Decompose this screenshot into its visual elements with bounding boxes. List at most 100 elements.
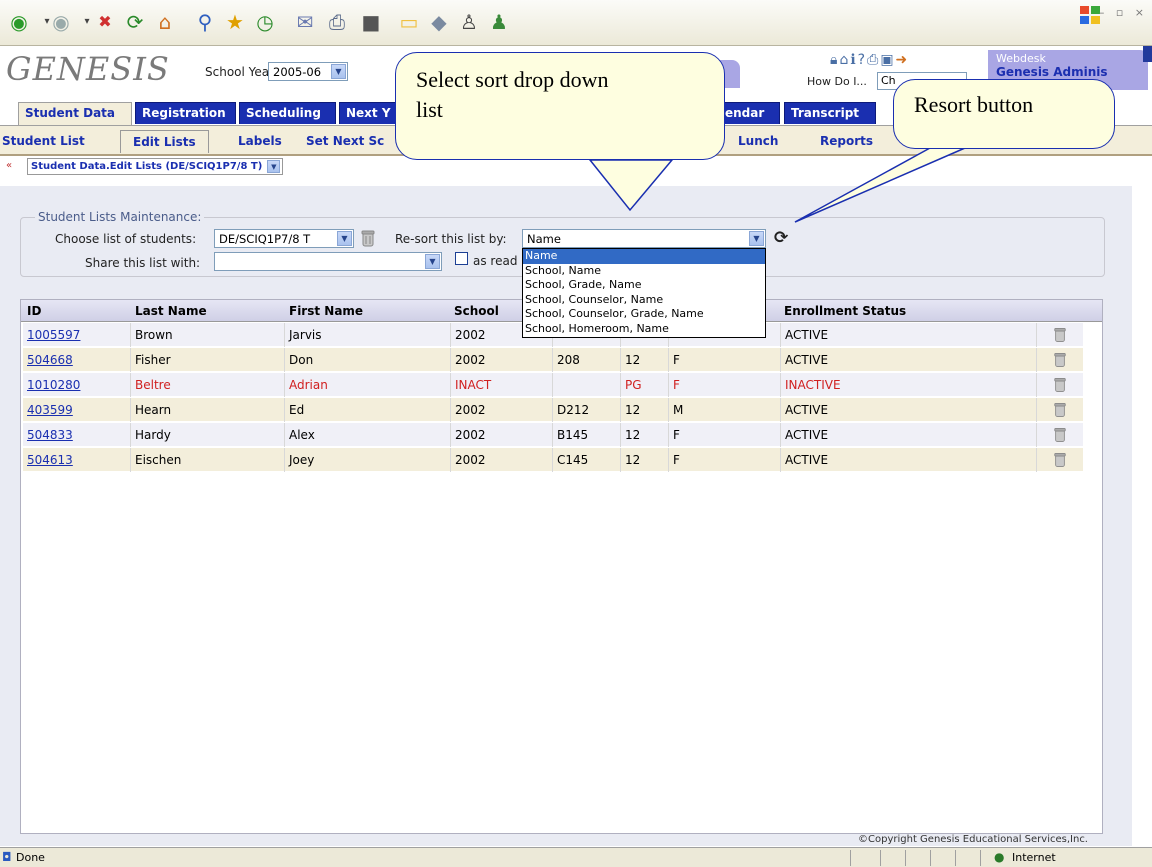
tab-transcript[interactable]: Transcript bbox=[784, 102, 876, 124]
column-header-id[interactable]: ID bbox=[27, 304, 41, 318]
column-header-last-name[interactable]: Last Name bbox=[135, 304, 207, 318]
sort-option[interactable]: School, Homeroom, Name bbox=[523, 322, 765, 337]
cell-status: ACTIVE bbox=[781, 348, 1037, 372]
contacts-icon[interactable]: ♙ bbox=[456, 9, 482, 35]
forward-icon[interactable]: ◉ bbox=[48, 9, 74, 35]
resort-select[interactable]: Name ▼ bbox=[522, 229, 766, 248]
home-icon[interactable]: ⌂ bbox=[839, 52, 850, 68]
breadcrumb-bar: « Student Data.Edit Lists (DE/SCIQ1P7/8 … bbox=[0, 157, 1152, 177]
delete-row-icon[interactable] bbox=[1053, 426, 1067, 443]
folder-icon[interactable]: ▭ bbox=[396, 9, 422, 35]
cell-gender: F bbox=[669, 448, 781, 472]
column-header-first-name[interactable]: First Name bbox=[289, 304, 363, 318]
window-controls[interactable]: – ▫ × bbox=[1099, 6, 1148, 19]
cell-id[interactable]: 504613 bbox=[23, 448, 131, 472]
breadcrumb-select[interactable]: Student Data.Edit Lists (DE/SCIQ1P7/8 T)… bbox=[27, 158, 284, 175]
print-icon[interactable]: ⎙ bbox=[324, 9, 350, 35]
sort-option[interactable]: Name bbox=[523, 249, 765, 264]
delete-row-icon[interactable] bbox=[1053, 451, 1067, 468]
delete-list-icon[interactable] bbox=[360, 229, 376, 247]
home-icon[interactable]: ⌂ bbox=[152, 9, 178, 35]
how-do-i-label: How Do I... bbox=[807, 75, 867, 88]
student-id-link[interactable]: 1010280 bbox=[27, 378, 80, 392]
school-year-label: School Year: bbox=[205, 65, 278, 79]
chevron-down-icon: ▼ bbox=[425, 254, 440, 269]
sort-option[interactable]: School, Counselor, Name bbox=[523, 293, 765, 308]
status-bar: ◘ Done ● Internet bbox=[0, 847, 1152, 867]
subtab-edit-lists[interactable]: Edit Lists bbox=[120, 130, 209, 153]
cell-last: Eischen bbox=[131, 448, 285, 472]
cell-status: ACTIVE bbox=[781, 423, 1037, 447]
status-divider bbox=[880, 850, 881, 866]
cell-status: ACTIVE bbox=[781, 448, 1037, 472]
chevron-down-icon: ▼ bbox=[337, 231, 352, 246]
cell-first: Alex bbox=[285, 423, 451, 447]
column-header-school[interactable]: School bbox=[454, 304, 499, 318]
chevron-down-icon: ▼ bbox=[331, 64, 346, 79]
student-id-link[interactable]: 504613 bbox=[27, 453, 73, 467]
users-icon[interactable]: ♟ bbox=[486, 9, 512, 35]
subtab-set-next-school[interactable]: Set Next Sc bbox=[306, 134, 384, 148]
cell-last: Hardy bbox=[131, 423, 285, 447]
share-list-select[interactable]: ▼ bbox=[214, 252, 442, 271]
refresh-icon[interactable]: ⟳ bbox=[122, 9, 148, 35]
cell-school: INACT bbox=[451, 373, 553, 397]
question-icon[interactable]: ? bbox=[858, 52, 867, 68]
sort-option[interactable]: School, Grade, Name bbox=[523, 278, 765, 293]
cell-id[interactable]: 1005597 bbox=[23, 323, 131, 347]
choose-list-select[interactable]: DE/SCIQ1P7/8 T ▼ bbox=[214, 229, 354, 248]
tab-calendar[interactable]: endar bbox=[718, 102, 780, 124]
delete-row-icon[interactable] bbox=[1053, 376, 1067, 393]
tab-scheduling[interactable]: Scheduling bbox=[239, 102, 336, 124]
delete-row-icon[interactable] bbox=[1053, 401, 1067, 418]
history-icon[interactable]: ◷ bbox=[252, 9, 278, 35]
student-id-link[interactable]: 403599 bbox=[27, 403, 73, 417]
table-row: 504668 Fisher Don 2002 208 12 F ACTIVE bbox=[23, 348, 1083, 372]
cell-last: Brown bbox=[131, 323, 285, 347]
cell-id[interactable]: 1010280 bbox=[23, 373, 131, 397]
delete-row-icon[interactable] bbox=[1053, 351, 1067, 368]
cell-gender: F bbox=[669, 373, 781, 397]
collapse-icon[interactable]: « bbox=[6, 160, 12, 171]
sort-option[interactable]: School, Name bbox=[523, 264, 765, 279]
tab-registration[interactable]: Registration bbox=[135, 102, 236, 124]
edit-icon[interactable]: ■ bbox=[358, 9, 384, 35]
subtab-labels[interactable]: Labels bbox=[238, 134, 282, 148]
messenger-icon[interactable]: ◆ bbox=[426, 9, 452, 35]
cell-id[interactable]: 403599 bbox=[23, 398, 131, 422]
cell-room: C145 bbox=[553, 448, 621, 472]
help-icon[interactable]: ℹ bbox=[850, 52, 857, 68]
webdesk-label: Webdesk bbox=[996, 52, 1046, 65]
logout-icon[interactable]: ➜ bbox=[896, 52, 910, 68]
cell-id[interactable]: 504668 bbox=[23, 348, 131, 372]
search-icon[interactable]: ⚲ bbox=[192, 9, 218, 35]
student-id-link[interactable]: 504833 bbox=[27, 428, 73, 442]
cell-last: Beltre bbox=[131, 373, 285, 397]
cell-gender: M bbox=[669, 398, 781, 422]
sort-dropdown-list: Name School, Name School, Grade, Name Sc… bbox=[522, 248, 766, 338]
print-icon[interactable]: ⎙ bbox=[867, 52, 880, 68]
monitor-icon[interactable]: ▣ bbox=[880, 52, 895, 68]
read-only-checkbox[interactable] bbox=[455, 252, 468, 265]
subtab-lunch[interactable]: Lunch bbox=[738, 134, 778, 148]
cell-gender: F bbox=[669, 423, 781, 447]
delete-row-icon[interactable] bbox=[1053, 326, 1067, 343]
sort-option[interactable]: School, Counselor, Grade, Name bbox=[523, 307, 765, 322]
school-year-select[interactable]: 2005-06 ▼ bbox=[268, 62, 348, 81]
student-id-link[interactable]: 1005597 bbox=[27, 328, 80, 342]
subtab-student-list[interactable]: Student List bbox=[2, 134, 85, 148]
page-scrollbar[interactable] bbox=[1141, 186, 1152, 846]
tab-student-data[interactable]: Student Data bbox=[18, 102, 132, 126]
favorites-icon[interactable]: ★ bbox=[222, 9, 248, 35]
cell-school: 2002 bbox=[451, 448, 553, 472]
read-only-label: as read bbox=[473, 254, 518, 268]
back-icon[interactable]: ◉ bbox=[6, 9, 32, 35]
student-id-link[interactable]: 504668 bbox=[27, 353, 73, 367]
subtab-reports[interactable]: Reports bbox=[820, 134, 873, 148]
tab-next-year[interactable]: Next Y bbox=[339, 102, 399, 124]
resort-button-icon[interactable]: ⟳ bbox=[774, 228, 788, 248]
column-header-enrollment-status[interactable]: Enrollment Status bbox=[784, 304, 906, 318]
mail-icon[interactable]: ✉ bbox=[292, 9, 318, 35]
stop-icon[interactable]: ✖ bbox=[92, 9, 118, 35]
cell-id[interactable]: 504833 bbox=[23, 423, 131, 447]
